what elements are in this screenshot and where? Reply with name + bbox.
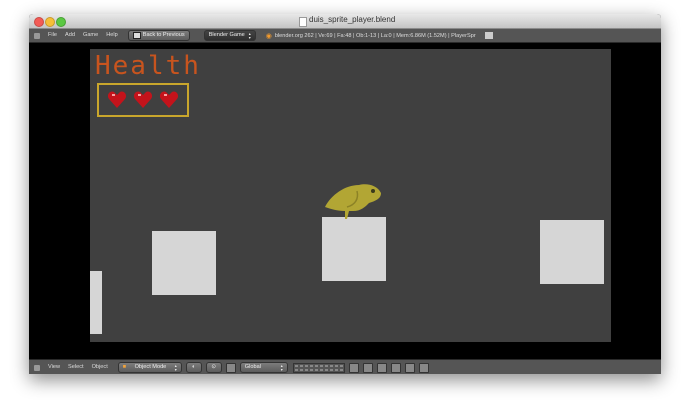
platform-block xyxy=(322,217,386,281)
object-mode-select[interactable]: ■ Object Mode ▴ ▾ xyxy=(117,362,182,373)
heart-icon xyxy=(133,91,153,108)
document-icon xyxy=(299,17,307,27)
heart-icon xyxy=(159,91,179,108)
viewport-shading-select[interactable]: ◐ xyxy=(185,362,202,373)
scene-stats: blender.org 262 | Ve:69 | Fa:48 | Ob:1-1… xyxy=(274,32,476,39)
render-engine-value: Blender Game xyxy=(208,32,245,38)
snap-target-icon[interactable] xyxy=(390,362,401,373)
layer-buttons[interactable] xyxy=(292,362,345,373)
menu-game[interactable]: Game xyxy=(79,29,102,42)
select-arrows-icon: ▴ ▾ xyxy=(280,362,283,372)
heart-icon xyxy=(107,91,127,108)
player-sprite-bird xyxy=(325,184,381,219)
lock-camera-icon[interactable] xyxy=(348,362,359,373)
menu-help[interactable]: Help xyxy=(102,29,122,42)
object-mode-value: Object Mode xyxy=(134,364,167,370)
platform-block xyxy=(540,220,604,284)
title-bar: duis_sprite_player.blend xyxy=(29,14,661,29)
manipulator-icon[interactable] xyxy=(225,362,236,373)
viewport-header: View Select Object ■ Object Mode ▴ ▾ ◐ ⊙ … xyxy=(29,359,661,374)
pivot-icon: ⊙ xyxy=(211,364,217,370)
snap-icon[interactable] xyxy=(376,362,387,373)
hearts-frame xyxy=(97,83,189,117)
fullscreen-icon[interactable] xyxy=(483,31,494,40)
close-window-button[interactable] xyxy=(34,17,44,27)
maximize-window-button[interactable] xyxy=(56,17,66,27)
menu-view[interactable]: View xyxy=(44,361,64,374)
menu-object[interactable]: Object xyxy=(88,361,112,374)
transform-orientation-select[interactable]: Global ▴ ▾ xyxy=(239,362,288,373)
pivot-point-select[interactable]: ⊙ xyxy=(205,362,222,373)
render-icon[interactable] xyxy=(404,362,415,373)
select-arrows-icon: ▴ ▾ xyxy=(174,362,177,372)
editor-type-icon[interactable] xyxy=(34,364,40,371)
menu-file[interactable]: File xyxy=(44,29,61,42)
window-title: duis_sprite_player.blend xyxy=(309,15,396,24)
platform-block xyxy=(90,271,102,334)
menu-add[interactable]: Add xyxy=(61,29,79,42)
editor-type-icon[interactable] xyxy=(34,32,40,39)
shading-icon: ◐ xyxy=(192,364,196,370)
transform-orientation-value: Global xyxy=(244,364,261,370)
blender-logo-icon: ◉ xyxy=(265,32,272,40)
game-view[interactable]: Health xyxy=(90,49,611,342)
object-mode-icon: ■ xyxy=(122,364,127,370)
render-animation-icon[interactable] xyxy=(418,362,429,373)
3d-viewport[interactable]: Health xyxy=(29,43,661,359)
platform-block xyxy=(152,231,216,295)
back-to-previous-button[interactable]: Back to Previous xyxy=(127,30,190,41)
minimize-window-button[interactable] xyxy=(45,17,55,27)
proportional-edit-icon[interactable] xyxy=(362,362,373,373)
render-engine-select[interactable]: Blender Game ▴ ▾ xyxy=(203,30,256,41)
blender-window: duis_sprite_player.blend File Add Game H… xyxy=(29,14,661,374)
health-label: Health xyxy=(95,51,201,81)
info-header: File Add Game Help Back to Previous Blen… xyxy=(29,29,661,43)
select-arrows-icon: ▴ ▾ xyxy=(248,30,251,40)
menu-select[interactable]: Select xyxy=(64,361,88,374)
back-to-previous-label: Back to Previous xyxy=(142,32,185,38)
screen-icon xyxy=(132,32,141,39)
